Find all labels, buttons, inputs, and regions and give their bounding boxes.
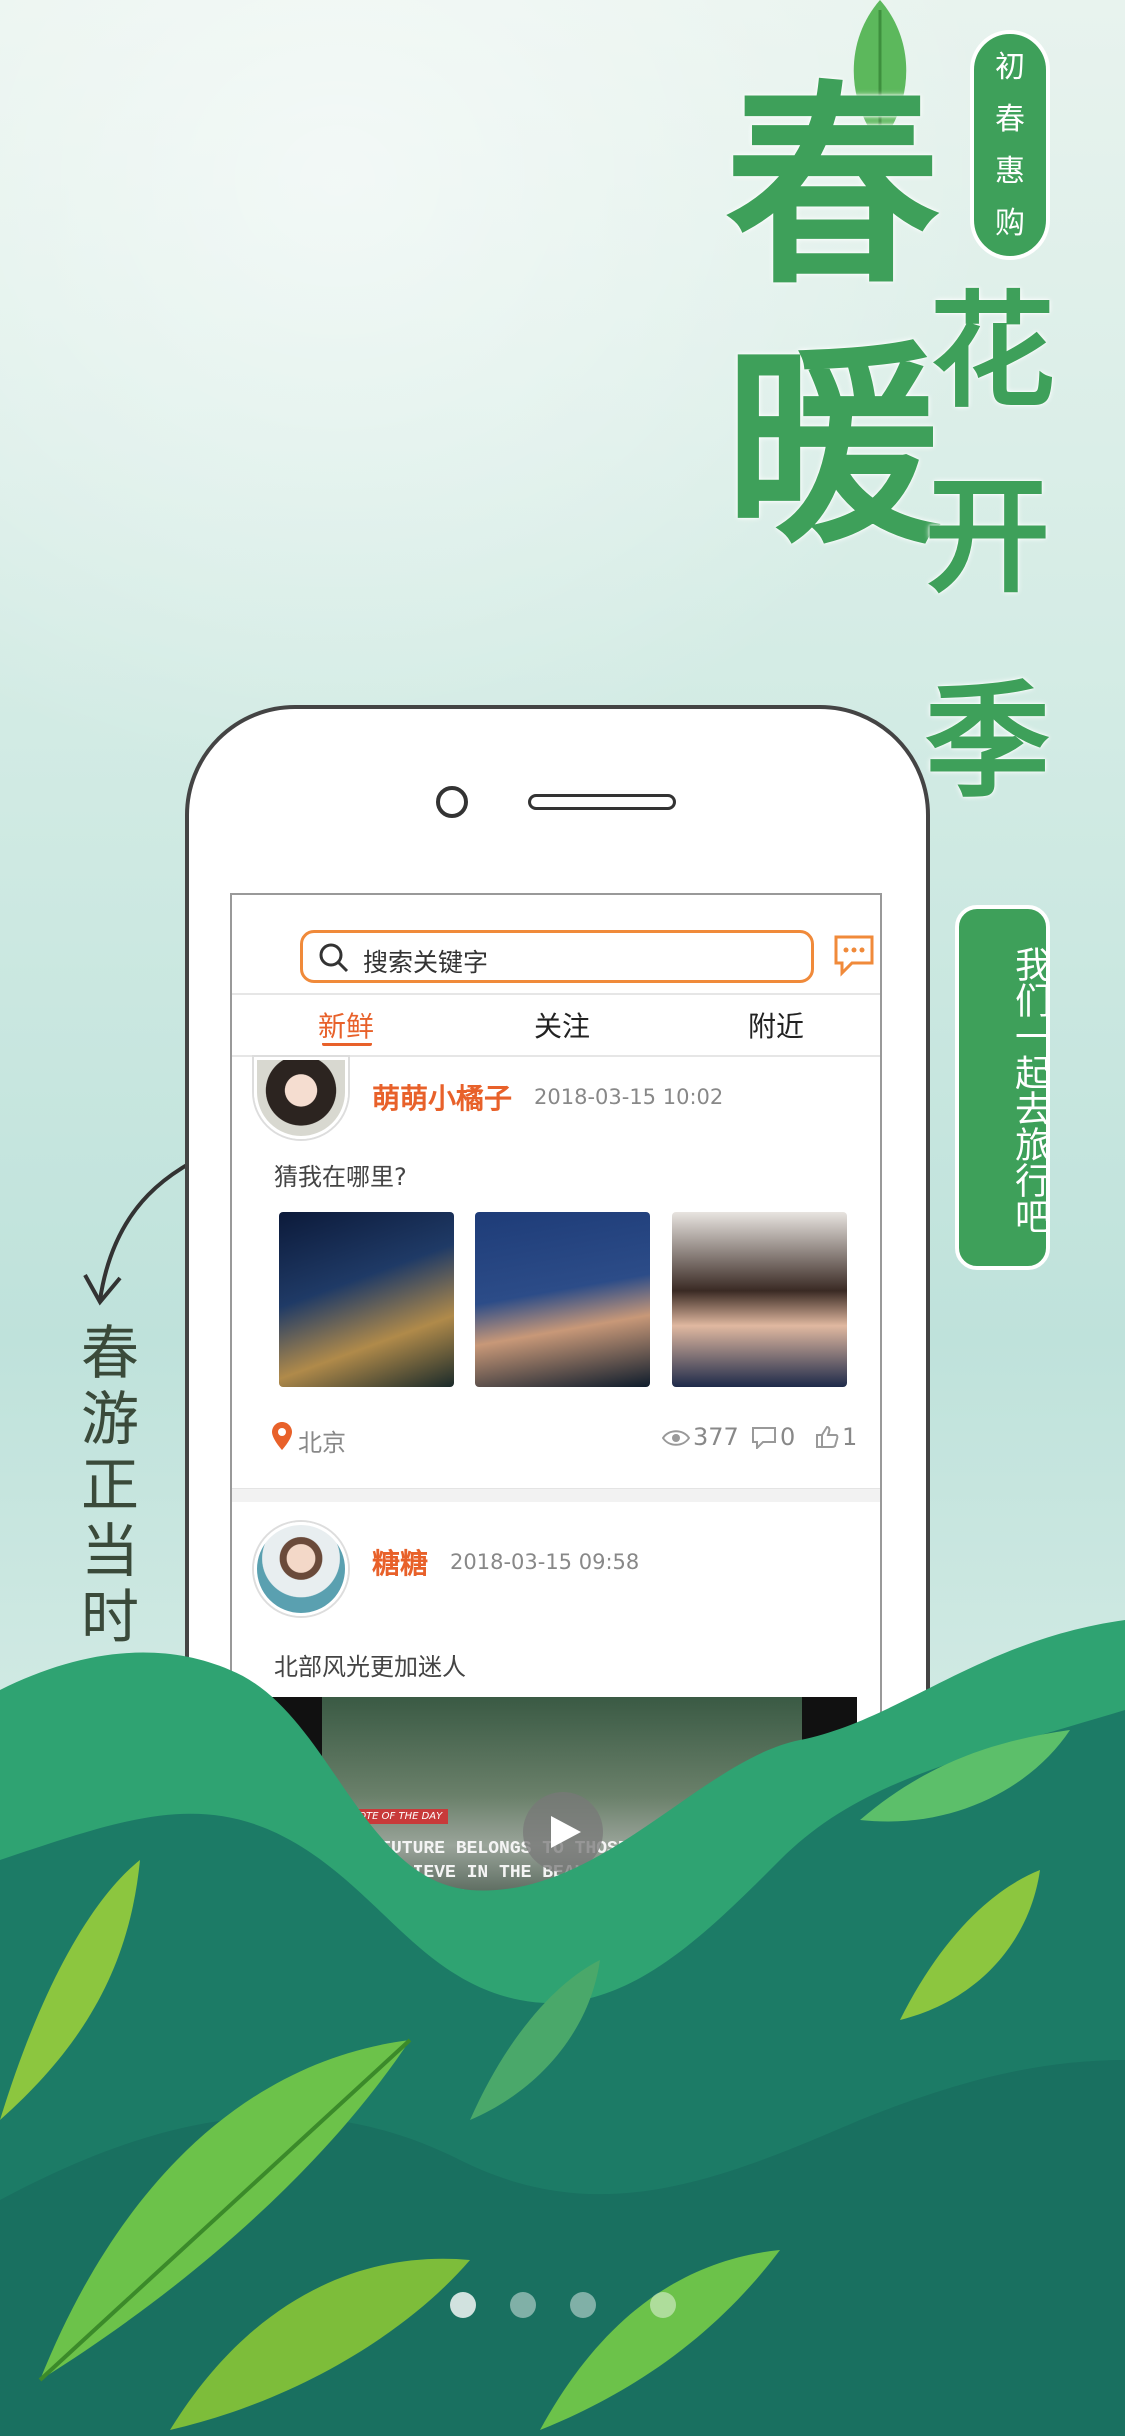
tag-char: 购	[995, 206, 1025, 241]
thumbs-up-icon[interactable]	[815, 1425, 839, 1449]
post-separator	[232, 1488, 880, 1502]
like-count: 1	[842, 1423, 858, 1451]
page-indicator-dot[interactable]	[650, 2292, 676, 2318]
view-count: 377	[693, 1423, 739, 1451]
camera-icon	[436, 786, 468, 818]
headline-char: 季	[925, 670, 1050, 815]
page-indicator-dot[interactable]	[510, 2292, 536, 2318]
search-bar[interactable]: 搜索关键字	[300, 930, 814, 983]
search-placeholder: 搜索关键字	[363, 948, 489, 977]
tab-follow[interactable]: 关注	[534, 1005, 590, 1045]
headline-char: 暖	[725, 322, 940, 573]
tag-char: 春	[995, 102, 1025, 137]
comment-icon[interactable]	[752, 1427, 776, 1449]
slogan-text: 我们一起去旅行吧	[1009, 946, 1050, 1234]
message-icon[interactable]	[832, 933, 876, 977]
side-char: 春	[80, 1319, 139, 1387]
tag-char: 初	[995, 50, 1025, 85]
divider	[232, 993, 880, 995]
tab-fresh[interactable]: 新鲜	[318, 1005, 374, 1045]
location-pin-icon	[272, 1422, 292, 1450]
search-icon	[319, 943, 349, 973]
tag-char: 惠	[995, 154, 1025, 189]
post-location: 北京	[298, 1429, 346, 1457]
eye-icon	[662, 1430, 690, 1446]
tag-pill-text: 初 春 惠 购	[970, 42, 1050, 250]
post-photo[interactable]	[672, 1212, 847, 1387]
post-photo[interactable]	[475, 1212, 650, 1387]
headline-char: 春	[725, 62, 940, 313]
headline-char: 花	[930, 280, 1055, 425]
post-card[interactable]: 萌萌小橘子 2018-03-15 10:02 猜我在哪里? 北京 377 0 1	[232, 1057, 880, 1487]
side-char: 游	[80, 1385, 139, 1453]
page-indicator-dot[interactable]	[570, 2292, 596, 2318]
post-text: 猜我在哪里?	[274, 1163, 407, 1191]
post-time: 2018-03-15 10:02	[534, 1085, 724, 1109]
comment-count: 0	[780, 1423, 796, 1451]
foliage-foreground	[0, 1620, 1125, 2436]
tab-active-underline	[322, 1042, 372, 1046]
post-photo[interactable]	[279, 1212, 454, 1387]
tab-nearby[interactable]: 附近	[748, 1005, 804, 1045]
side-char: 正	[80, 1451, 139, 1519]
avatar[interactable]	[254, 1057, 348, 1139]
headline-char: 开	[925, 465, 1050, 610]
speaker-slot	[528, 794, 676, 810]
post-username[interactable]: 萌萌小橘子	[372, 1077, 512, 1117]
page-indicator-dot[interactable]	[450, 2292, 476, 2318]
